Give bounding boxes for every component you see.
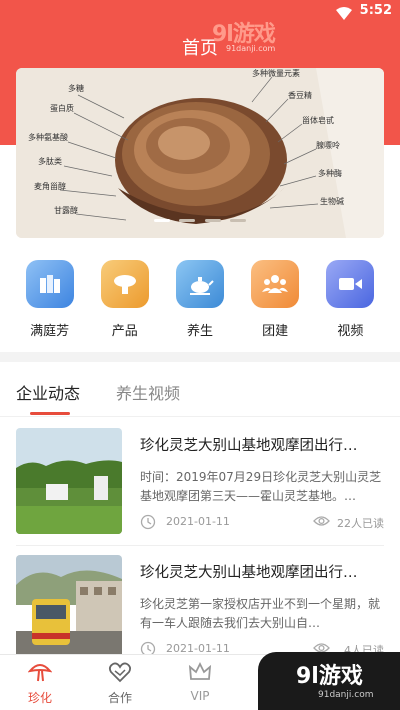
quick-nav: 满庭芳 产品 养生 团建 视频	[0, 260, 400, 340]
article-title[interactable]: 珍化灵芝大别山基地观摩团出行…	[140, 434, 384, 455]
wifi-icon	[336, 5, 352, 24]
eye-icon	[313, 515, 330, 530]
team-icon	[251, 260, 300, 308]
banner-label: 生物碱	[320, 197, 344, 206]
bottom-nav-item-vip[interactable]: VIP	[175, 661, 225, 703]
tab-company-news[interactable]: 企业动态	[16, 380, 80, 404]
status-bar: 5:52	[0, 0, 400, 24]
bottom-nav-label: 珍化	[27, 691, 52, 705]
banner-label: 多肽类	[38, 157, 62, 166]
quick-nav-label: 满庭芳	[30, 324, 70, 339]
page-title: 首页	[182, 38, 218, 59]
watermark-domain: 91danji.com	[318, 690, 374, 700]
banner-label: 多种氨基酸	[28, 133, 68, 142]
article-item[interactable]: 珍化灵芝大别山基地观摩团出行… 珍化灵芝第一家授权店开业不到一个星期，就有一车人…	[16, 555, 384, 663]
quick-nav-item-products[interactable]: 产品	[95, 260, 155, 340]
banner-label: 香豆精	[288, 91, 312, 100]
article-meta: 2021-01-11 22人已读	[140, 514, 384, 530]
watermark-logo-text: 9l游戏	[296, 664, 363, 689]
book-icon	[25, 260, 74, 308]
banner-label: 多种酶	[318, 169, 342, 178]
banner-carousel[interactable]: 多糖 蛋白质 多种氨基酸 多肽类 麦角甾醇 甘露醇 多种微量元素 香豆精 甾体皂…	[16, 68, 384, 238]
banner-label: 腺嘌呤	[316, 141, 340, 150]
mushroom-icon	[27, 664, 53, 682]
bottom-nav-item-zhenhua[interactable]: 珍化	[15, 661, 65, 706]
teapot-icon	[175, 260, 224, 308]
carousel-indicator	[16, 207, 384, 226]
carousel-dot[interactable]	[229, 219, 246, 222]
active-tab-indicator	[30, 412, 70, 415]
banner-label: 多种微量元素	[252, 69, 300, 78]
carousel-dot[interactable]	[179, 219, 196, 222]
video-icon	[326, 260, 375, 308]
banner-label: 麦角甾醇	[34, 182, 66, 191]
article-date: 2021-01-11	[166, 515, 230, 528]
quick-nav-item-mantingfang[interactable]: 满庭芳	[20, 260, 80, 340]
quick-nav-label: 产品	[111, 324, 138, 339]
carousel-dot[interactable]	[204, 219, 221, 222]
quick-nav-item-wellness[interactable]: 养生	[170, 260, 230, 340]
clock-icon	[140, 514, 156, 533]
banner-label: 蛋白质	[50, 104, 74, 113]
banner-label: 甾体皂甙	[302, 116, 334, 125]
article-title[interactable]: 珍化灵芝大别山基地观摩团出行…	[140, 561, 384, 582]
bottom-nav-label: VIP	[190, 689, 210, 703]
banner-label: 多糖	[68, 84, 84, 93]
article-thumbnail	[16, 555, 122, 661]
product-icon	[100, 260, 149, 308]
crown-icon	[188, 661, 212, 680]
quick-nav-item-team[interactable]: 团建	[245, 260, 305, 340]
article-read-count: 22人已读	[337, 517, 384, 530]
status-time: 5:52	[359, 3, 392, 18]
section-divider	[0, 352, 400, 362]
article-thumbnail	[16, 428, 122, 534]
article-summary: 时间：2019年07月29日珍化灵芝大别山灵芝基地观摩团第三天——霍山灵芝基地。…	[140, 470, 382, 503]
handshake-icon	[108, 662, 132, 683]
quick-nav-label: 团建	[262, 324, 289, 339]
article-summary: 珍化灵芝第一家授权店开业不到一个星期，就有一车人跟随去我们去大别山自…	[140, 597, 381, 630]
content-tabs: 企业动态 养生视频	[0, 362, 400, 417]
article-divider	[16, 545, 384, 546]
article-item[interactable]: 珍化灵芝大别山基地观摩团出行… 时间：2019年07月29日珍化灵芝大别山灵芝基…	[16, 428, 384, 536]
tab-wellness-videos[interactable]: 养生视频	[116, 380, 180, 404]
quick-nav-label: 视频	[337, 324, 364, 339]
quick-nav-item-video[interactable]: 视频	[320, 260, 380, 340]
watermark-domain: 91danji.com	[226, 44, 276, 53]
carousel-dot-active[interactable]	[154, 219, 171, 222]
bottom-nav-item-cooperation[interactable]: 合作	[95, 661, 145, 706]
watermark-overlay: 9l游戏 91danji.com	[258, 652, 400, 710]
bottom-nav-label: 合作	[107, 691, 132, 705]
quick-nav-label: 养生	[186, 324, 213, 339]
watermark-logo: 9l游戏 91danji.com	[212, 16, 276, 53]
